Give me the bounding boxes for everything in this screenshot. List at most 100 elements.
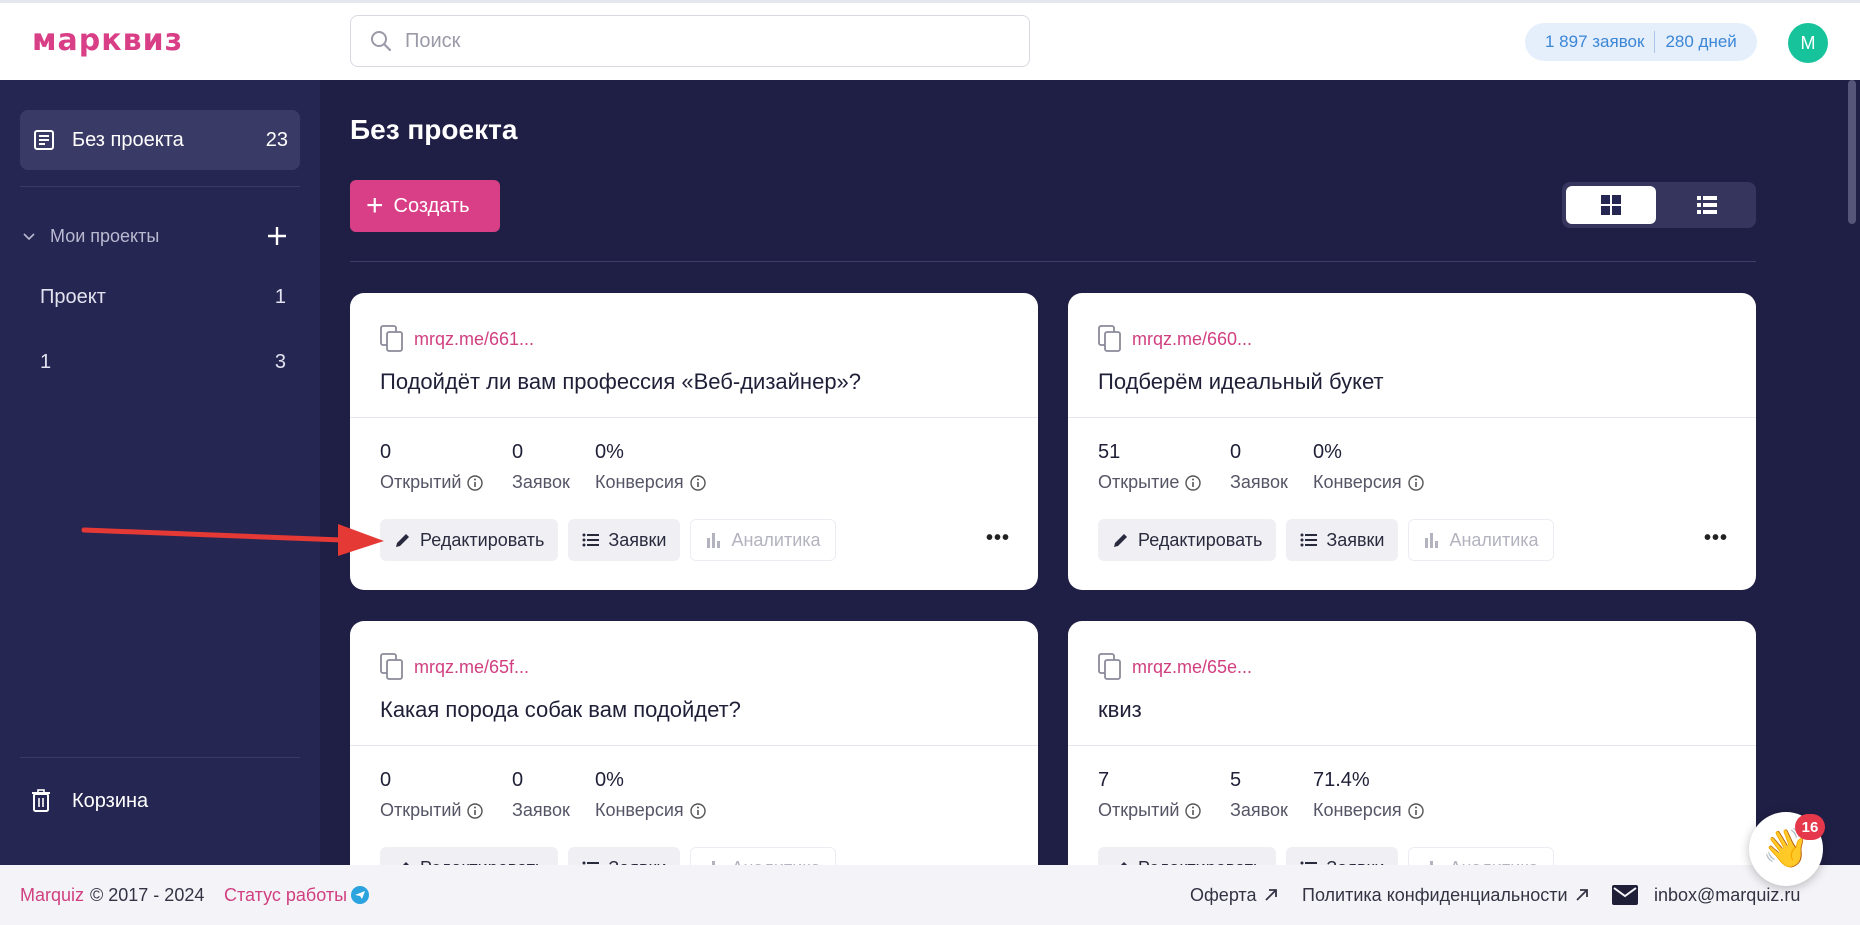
leads-button[interactable]: Заявки bbox=[1286, 519, 1399, 561]
list-icon bbox=[582, 533, 600, 547]
footer: Marquiz © 2017 - 2024 Статус работы Офер… bbox=[0, 865, 1860, 925]
account-stats[interactable]: 1 897 заявок 280 дней bbox=[1525, 23, 1757, 61]
footer-oferta-link[interactable]: Оферта bbox=[1190, 885, 1279, 906]
oferta-label[interactable]: Оферта bbox=[1190, 885, 1257, 906]
edit-button[interactable]: Редактировать bbox=[1098, 847, 1277, 865]
my-projects-group[interactable]: Мои проекты bbox=[20, 216, 300, 256]
quiz-card[interactable]: mrqz.me/660... Подберём идеальный букет … bbox=[1068, 293, 1756, 590]
add-project-icon[interactable] bbox=[266, 225, 288, 247]
metric-value: 0 bbox=[1230, 441, 1242, 463]
metric-value: 0 bbox=[512, 441, 524, 463]
info-icon[interactable] bbox=[689, 474, 706, 491]
page-title: Без проекта bbox=[350, 114, 518, 145]
analytics-button[interactable]: Аналитика bbox=[690, 519, 836, 561]
info-icon[interactable] bbox=[689, 802, 706, 819]
metric-value: 0 bbox=[380, 441, 392, 463]
analytics-button-label: Аналитика bbox=[1449, 529, 1539, 550]
divider bbox=[350, 745, 1038, 746]
analytics-button[interactable]: Аналитика bbox=[1408, 519, 1554, 561]
grid-icon bbox=[1601, 195, 1621, 215]
copy-icon[interactable] bbox=[1098, 325, 1122, 353]
metric-value: 0% bbox=[1313, 441, 1342, 463]
quiz-card[interactable]: mrqz.me/65f... Какая порода собак вам по… bbox=[350, 621, 1038, 865]
scrollbar[interactable] bbox=[1840, 80, 1860, 865]
search-input[interactable] bbox=[405, 29, 1005, 53]
chevron-down-icon[interactable] bbox=[20, 227, 38, 245]
quiz-link[interactable]: mrqz.me/65e... bbox=[1098, 653, 1252, 681]
footer-policy-link[interactable]: Политика конфиденциальности bbox=[1302, 885, 1590, 906]
metric-leads: 0 Заявок bbox=[1230, 441, 1288, 493]
quiz-link-text[interactable]: mrqz.me/65e... bbox=[1132, 657, 1252, 678]
chat-widget-button[interactable]: 👋 16 bbox=[1749, 812, 1825, 886]
quiz-link-text[interactable]: mrqz.me/65f... bbox=[414, 657, 529, 678]
edit-button[interactable]: Редактировать bbox=[380, 847, 559, 865]
quiz-title[interactable]: Какая порода собак вам подойдет? bbox=[380, 697, 741, 723]
sidebar-item-no-project[interactable]: Без проекта 23 bbox=[20, 110, 300, 170]
sidebar-item-count: 23 bbox=[265, 128, 288, 151]
edit-button[interactable]: Редактировать bbox=[1098, 519, 1277, 561]
list-view-button[interactable] bbox=[1662, 186, 1752, 224]
metric-leads: 5 Заявок bbox=[1230, 769, 1288, 821]
quiz-link[interactable]: mrqz.me/661... bbox=[380, 325, 534, 353]
divider bbox=[20, 757, 300, 758]
top-header: марквиз 1 897 заявок 280 дней М bbox=[0, 0, 1860, 80]
info-icon[interactable] bbox=[467, 802, 484, 819]
metric-label: Открытий bbox=[1098, 800, 1202, 821]
analytics-button[interactable]: Аналитика bbox=[690, 847, 836, 866]
info-icon[interactable] bbox=[467, 474, 484, 491]
sidebar-item-project[interactable]: 1 3 bbox=[40, 342, 286, 382]
leads-button[interactable]: Заявки bbox=[568, 519, 681, 561]
scrollbar-thumb[interactable] bbox=[1848, 80, 1856, 224]
view-toggle bbox=[1562, 182, 1756, 228]
metric-conversion: 0% Конверсия bbox=[1313, 441, 1424, 493]
metric-opens: 0 Открытий bbox=[380, 769, 484, 821]
sidebar-item-label: 1 bbox=[40, 350, 52, 373]
edit-button[interactable]: Редактировать bbox=[380, 519, 559, 561]
leads-button[interactable]: Заявки bbox=[1286, 847, 1399, 865]
create-button[interactable]: + Создать bbox=[350, 180, 500, 232]
divider bbox=[1654, 31, 1656, 53]
analytics-button-label: Аналитика bbox=[731, 858, 820, 866]
info-icon[interactable] bbox=[1185, 802, 1202, 819]
more-options-icon[interactable]: ••• bbox=[1704, 527, 1728, 550]
quiz-link-text[interactable]: mrqz.me/661... bbox=[414, 329, 534, 350]
info-icon[interactable] bbox=[1407, 474, 1424, 491]
copy-icon[interactable] bbox=[1098, 653, 1122, 681]
more-options-icon[interactable]: ••• bbox=[986, 527, 1010, 550]
telegram-icon[interactable] bbox=[351, 886, 370, 904]
avatar[interactable]: М bbox=[1788, 23, 1828, 63]
sidebar-item-trash[interactable]: Корзина bbox=[20, 778, 300, 824]
leads-button-label: Заявки bbox=[608, 858, 666, 866]
copy-icon[interactable] bbox=[380, 653, 404, 681]
footer-email-link[interactable]: inbox@marquiz.ru bbox=[1612, 885, 1800, 906]
status-link-label[interactable]: Статус работы bbox=[224, 885, 347, 906]
search-box[interactable] bbox=[350, 15, 1030, 67]
copy-icon[interactable] bbox=[380, 325, 404, 353]
footer-brand-link[interactable]: Marquiz bbox=[20, 885, 84, 906]
info-icon[interactable] bbox=[1407, 802, 1424, 819]
policy-label[interactable]: Политика конфиденциальности bbox=[1302, 885, 1568, 906]
sidebar-item-project[interactable]: Проект 1 bbox=[40, 277, 286, 317]
days-left[interactable]: 280 дней bbox=[1665, 32, 1736, 52]
quiz-title[interactable]: Подберём идеальный букет bbox=[1098, 369, 1384, 395]
footer-status-link[interactable]: Статус работы bbox=[224, 885, 370, 906]
analytics-button[interactable]: Аналитика bbox=[1408, 847, 1554, 865]
email-label[interactable]: inbox@marquiz.ru bbox=[1654, 885, 1800, 906]
grid-view-button[interactable] bbox=[1566, 186, 1656, 224]
quiz-card[interactable]: mrqz.me/661... Подойдёт ли вам профессия… bbox=[350, 293, 1038, 590]
quiz-title[interactable]: квиз bbox=[1098, 697, 1142, 723]
info-icon[interactable] bbox=[1185, 474, 1202, 491]
metric-value: 5 bbox=[1230, 769, 1242, 791]
leads-count[interactable]: 1 897 заявок bbox=[1545, 32, 1644, 52]
leads-button[interactable]: Заявки bbox=[568, 847, 681, 866]
quiz-link[interactable]: mrqz.me/660... bbox=[1098, 325, 1252, 353]
logo[interactable]: марквиз bbox=[32, 23, 183, 59]
search-icon bbox=[371, 31, 392, 52]
metric-opens: 7 Открытий bbox=[1098, 769, 1202, 821]
quiz-card[interactable]: mrqz.me/65e... квиз 7 Открытий 5 Заявок … bbox=[1068, 621, 1756, 865]
quiz-title[interactable]: Подойдёт ли вам профессия «Веб-дизайнер»… bbox=[380, 369, 861, 395]
quiz-link[interactable]: mrqz.me/65f... bbox=[380, 653, 529, 681]
card-actions: Редактировать Заявки Аналитика bbox=[1098, 519, 1728, 561]
quiz-link-text[interactable]: mrqz.me/660... bbox=[1132, 329, 1252, 350]
metric-opens: 0 Открытий bbox=[380, 441, 484, 493]
